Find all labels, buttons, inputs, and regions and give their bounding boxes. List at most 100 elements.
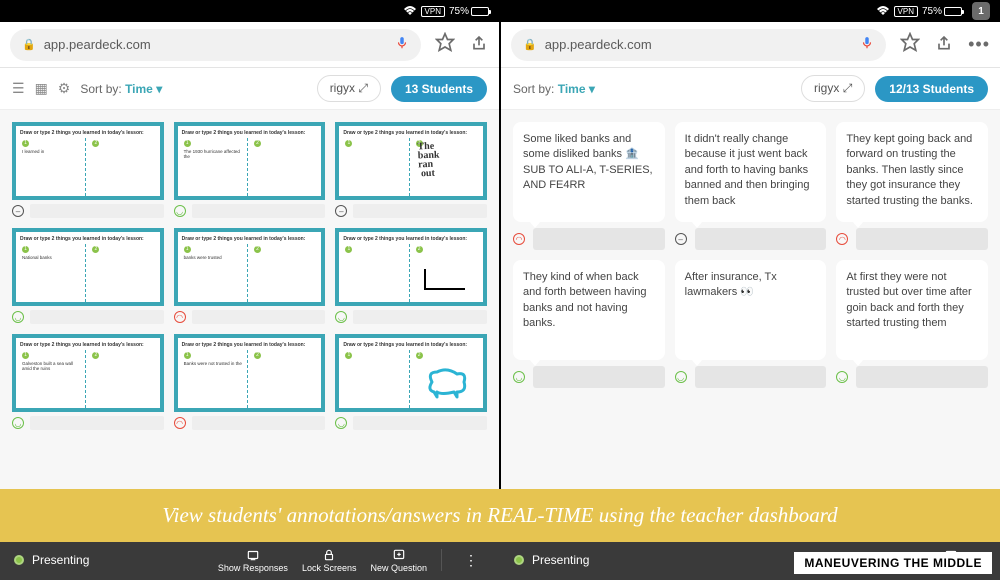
wifi-icon [403,6,417,16]
brand-tag: MANEUVERING THE MIDDLE [794,552,992,574]
mood-icon: ‒ [335,205,347,217]
slide-item[interactable]: Draw or type 2 things you learned in tod… [12,122,164,218]
response-item[interactable]: Some liked banks and some disliked banks… [513,122,665,250]
mood-icon: ◡ [836,371,848,383]
response-item[interactable]: At first they were not trusted but over … [836,260,988,388]
response-item[interactable]: They kept going back and forward on trus… [836,122,988,250]
session-code[interactable]: rigyx ⤢ [317,75,381,102]
response-item[interactable]: They kind of when back and forth between… [513,260,665,388]
lock-icon: 🔒 [523,38,537,51]
mic-icon[interactable] [395,36,409,53]
responses-grid: Some liked banks and some disliked banks… [513,122,988,388]
more-menu-icon[interactable]: ••• [968,34,990,55]
share-icon[interactable] [469,32,489,57]
student-name-placeholder [30,310,164,324]
sort-control[interactable]: Sort by: Time ▾ [80,82,162,96]
response-item[interactable]: After insurance, Tx lawmakers 👀 ◡ [675,260,827,388]
slide-thumbnail: Draw or type 2 things you learned in tod… [12,334,164,412]
url-field[interactable]: 🔒 app.peardeck.com [10,29,421,61]
mood-icon: ◡ [675,371,687,383]
grid-view-icon[interactable]: ▦ [35,80,48,97]
student-name-placeholder [353,204,487,218]
student-name-placeholder [192,416,326,430]
slide-grid: Draw or type 2 things you learned in tod… [12,122,487,430]
mic-icon[interactable] [860,36,874,53]
response-bubble: It didn't really change because it just … [675,122,827,222]
mood-icon: ◠ [513,233,525,245]
mood-row: ◠ [174,310,326,324]
presenting-dot-icon [14,555,24,565]
slide-thumbnail: Draw or type 2 things you learned in tod… [174,334,326,412]
response-item[interactable]: It didn't really change because it just … [675,122,827,250]
nav-label: Lock Screens [302,563,357,573]
student-name-placeholder [353,310,487,324]
students-count-pill[interactable]: 13 Students [391,76,487,102]
student-name-placeholder [856,366,988,388]
lock-icon: 🔒 [22,38,36,51]
slide-item[interactable]: Draw or type 2 things you learned in tod… [174,122,326,218]
slide-item[interactable]: Draw or type 2 things you learned in tod… [12,334,164,430]
tabs-count-badge[interactable]: 1 [972,2,990,20]
slide-prompt: Draw or type 2 things you learned in tod… [20,236,156,242]
battery-indicator: 75% [922,6,962,17]
slide-thumbnail: Draw or type 2 things you learned in tod… [335,122,487,200]
mood-icon: ◡ [174,205,186,217]
student-name-placeholder [533,366,665,388]
settings-icon[interactable]: ⚙ [58,80,71,97]
mood-icon: ◡ [335,311,347,323]
response-meta: ◡ [675,366,827,388]
sort-label: Sort by: [80,82,121,96]
mood-icon: ◡ [12,311,24,323]
nav-label: New Question [370,563,427,573]
student-doodle: Thebankran out [417,142,440,179]
students-count-pill[interactable]: 12/13 Students [875,76,988,102]
slide-prompt: Draw or type 2 things you learned in tod… [182,342,318,348]
nav-more-icon[interactable]: ⋮ [456,552,486,569]
response-meta: ◠ [836,228,988,250]
app-toolbar: Sort by: Time ▾ rigyx ⤢ 12/13 Students [501,68,1000,110]
slide-item[interactable]: Draw or type 2 things you learned in tod… [12,228,164,324]
sort-value: Time ▾ [125,82,162,96]
session-code[interactable]: rigyx ⤢ [801,75,865,102]
slide-prompt: Draw or type 2 things you learned in tod… [343,342,479,348]
share-icon[interactable] [934,32,954,57]
slide-item[interactable]: Draw or type 2 things you learned in tod… [335,122,487,218]
slide-prompt: Draw or type 2 things you learned in tod… [343,130,479,136]
mood-icon: ◠ [836,233,848,245]
battery-icon [944,7,962,16]
new-question-button[interactable]: New Question [370,548,427,573]
slide-thumbnail: Draw or type 2 things you learned in tod… [174,228,326,306]
show-responses-button[interactable]: Show Responses [218,548,288,573]
slide-item[interactable]: Draw or type 2 things you learned in tod… [174,334,326,430]
presenting-status[interactable]: Presenting [514,553,589,567]
response-bubble: At first they were not trusted but over … [836,260,988,360]
mood-icon: ◡ [335,417,347,429]
slide-prompt: Draw or type 2 things you learned in tod… [182,130,318,136]
slide-thumbnail: Draw or type 2 things you learned in tod… [174,122,326,200]
bookmark-icon[interactable] [435,32,455,57]
url-field[interactable]: 🔒 app.peardeck.com [511,29,886,61]
slide-item[interactable]: Draw or type 2 things you learned in tod… [174,228,326,324]
student-name-placeholder [192,204,326,218]
mood-row: ◡ [12,416,164,430]
battery-icon [471,7,489,16]
sort-control[interactable]: Sort by: Time ▾ [513,82,595,96]
slide-thumbnail: Draw or type 2 things you learned in tod… [335,228,487,306]
wifi-icon [876,6,890,16]
response-meta: ‒ [675,228,827,250]
slide-thumbnail: Draw or type 2 things you learned in tod… [12,122,164,200]
mood-row: ◠ [174,416,326,430]
presenting-status[interactable]: Presenting [14,553,89,567]
list-view-icon[interactable]: ☰ [12,80,25,97]
slide-prompt: Draw or type 2 things you learned in tod… [343,236,479,242]
battery-indicator: 75% [449,6,489,17]
presenting-label: Presenting [32,553,89,567]
lock-screens-button[interactable]: Lock Screens [302,548,357,573]
nav-separator [441,549,442,571]
slide-item[interactable]: Draw or type 2 things you learned in tod… [335,334,487,430]
presenting-label: Presenting [532,553,589,567]
bookmark-icon[interactable] [900,32,920,57]
mood-row: ◡ [335,310,487,324]
slide-item[interactable]: Draw or type 2 things you learned in tod… [335,228,487,324]
nav-left: Presenting Show Responses Lock Screens N… [0,548,500,573]
